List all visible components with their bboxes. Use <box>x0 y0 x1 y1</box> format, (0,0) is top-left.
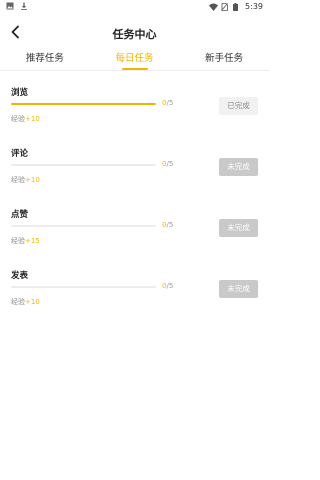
task-name: 评论 <box>11 149 29 159</box>
tab-newbie[interactable]: 新手任务 <box>179 50 269 70</box>
task-progress-bar <box>11 103 156 105</box>
task-item: 评论 0/5 经验+10 未完成 <box>0 147 269 197</box>
tab-daily[interactable]: 每日任务 <box>90 50 180 70</box>
task-exp: 经验+10 <box>11 298 40 306</box>
task-item: 浏览 0/5 经验+10 已完成 <box>0 86 269 136</box>
task-count: 0/5 <box>162 282 174 290</box>
wifi-icon <box>209 3 219 11</box>
download-icon <box>20 2 28 10</box>
status-time: 5:39 <box>245 2 263 11</box>
tab-label: 每日任务 <box>115 53 154 64</box>
page-title: 任务中心 <box>112 28 157 41</box>
task-item: 发表 0/5 经验+10 未完成 <box>0 269 269 319</box>
tab-bar: 推荐任务 每日任务 新手任务 <box>0 50 269 70</box>
task-name: 发表 <box>11 271 29 281</box>
task-progress-fill <box>11 103 156 105</box>
task-name: 浏览 <box>11 88 29 98</box>
task-progress-bar <box>11 286 156 288</box>
task-status-button[interactable]: 未完成 <box>219 280 258 298</box>
image-icon <box>6 2 14 10</box>
battery-icon <box>233 2 241 11</box>
task-count: 0/5 <box>162 160 174 168</box>
task-status-button[interactable]: 未完成 <box>219 158 258 176</box>
header: 任务中心 <box>0 20 269 48</box>
tab-label: 新手任务 <box>205 53 244 64</box>
task-progress-bar <box>11 225 156 227</box>
task-status-button[interactable]: 已完成 <box>219 97 258 115</box>
divider <box>0 70 269 71</box>
task-item: 点赞 0/5 经验+15 未完成 <box>0 208 269 258</box>
task-count: 0/5 <box>162 99 174 107</box>
tab-label: 推荐任务 <box>25 53 64 64</box>
task-name: 点赞 <box>11 210 29 220</box>
status-bar: 5:39 <box>0 0 269 14</box>
tab-recommended[interactable]: 推荐任务 <box>0 50 90 70</box>
task-exp: 经验+15 <box>11 237 40 245</box>
task-exp: 经验+10 <box>11 115 40 123</box>
task-count: 0/5 <box>162 221 174 229</box>
task-progress-bar <box>11 164 156 166</box>
task-status-button[interactable]: 未完成 <box>219 219 258 237</box>
task-exp: 经验+10 <box>11 176 40 184</box>
no-sim-icon <box>221 2 229 11</box>
